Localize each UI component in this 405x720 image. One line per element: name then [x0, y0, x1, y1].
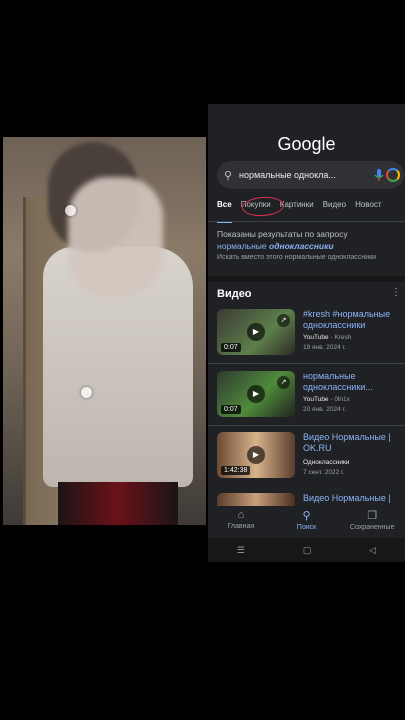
nav-search-label: Поиск — [296, 524, 317, 531]
video-title[interactable]: нормальные одноклассники... — [303, 371, 405, 393]
spelling-correction: Показаны результаты по запросу нормальны… — [217, 228, 402, 264]
more-options-icon[interactable]: ⋮ — [391, 287, 401, 298]
section-divider — [208, 276, 405, 282]
google-logo: Google — [277, 134, 336, 154]
divider — [208, 363, 405, 364]
video-date: 19 янв. 2024 г. — [303, 344, 346, 351]
video-duration: 1:42:38 — [221, 466, 251, 475]
person-pants — [58, 482, 178, 525]
video-result[interactable]: ▶ ↗ 0:07 нормальные одноклассники... You… — [217, 371, 405, 427]
touch-indicator — [81, 387, 92, 398]
home-button-icon[interactable]: ▢ — [303, 545, 312, 556]
corrected-query-link[interactable]: нормальные одноклассники — [217, 240, 402, 252]
videos-heading: Видео — [217, 288, 252, 300]
divider — [208, 221, 405, 222]
video-duration: 0:07 — [221, 343, 241, 352]
home-icon: ⌂ — [237, 509, 245, 521]
video-thumbnail[interactable]: ▶ ↗ 0:07 — [217, 371, 295, 417]
phone-screenshot: Google ⚲ нормальные однокла... Все Покуп… — [208, 104, 405, 562]
video-date: 20 янв. 2024 г. — [303, 406, 346, 413]
search-bar[interactable]: ⚲ нормальные однокла... — [217, 161, 404, 189]
video-source: YouTube · 0ln1x — [303, 396, 350, 403]
video-title[interactable]: #kresh #нормальные одноклассники — [303, 309, 405, 331]
system-navigation-bar: ☰ ▢ ◁ — [208, 538, 405, 562]
search-query[interactable]: нормальные однокла... — [239, 170, 372, 180]
nav-search[interactable]: ⚲ Поиск — [274, 506, 340, 538]
search-icon: ⚲ — [302, 510, 311, 522]
camera-video-frame — [3, 137, 206, 525]
video-result[interactable]: ▶ 1:42:38 Видео Нормальные | OK.RU Однок… — [217, 432, 405, 488]
key-moments-icon: ↗ — [277, 376, 290, 389]
nav-saved[interactable]: ❐ Сохраненные — [339, 506, 405, 538]
tab-all[interactable]: Все — [217, 200, 232, 223]
touch-indicator — [65, 205, 76, 216]
google-lens-icon[interactable] — [386, 168, 400, 182]
play-icon: ▶ — [247, 446, 265, 464]
video-title[interactable]: Видео Нормальные | — [303, 493, 405, 504]
video-duration: 0:07 — [221, 405, 241, 414]
nav-home[interactable]: ⌂ Главная — [208, 506, 274, 538]
back-icon[interactable]: ◁ — [369, 545, 376, 556]
divider — [208, 425, 405, 426]
saved-icon: ❐ — [367, 510, 378, 522]
video-result[interactable]: ▶ ↗ 0:07 #kresh #нормальные одноклассник… — [217, 309, 405, 365]
nav-home-label: Главная — [227, 523, 255, 530]
bottom-navigation: ⌂ Главная ⚲ Поиск ❐ Сохраненные — [208, 506, 405, 538]
nav-saved-label: Сохраненные — [349, 524, 395, 531]
video-source: Одноклассники — [303, 459, 350, 466]
tab-news[interactable]: Новост — [355, 200, 382, 218]
correction-line: Показаны результаты по запросу — [217, 229, 348, 239]
video-title[interactable]: Видео Нормальные | OK.RU — [303, 432, 405, 454]
key-moments-icon: ↗ — [277, 314, 290, 327]
tab-videos[interactable]: Видео — [323, 200, 346, 218]
mic-icon[interactable] — [372, 168, 386, 182]
video-thumbnail[interactable]: ▶ 1:42:38 — [217, 432, 295, 478]
tab-images[interactable]: Картинки — [280, 200, 314, 218]
video-date: 7 сент. 2022 г. — [303, 469, 345, 476]
recent-apps-icon[interactable]: ☰ — [237, 545, 245, 556]
search-icon: ⚲ — [223, 169, 233, 182]
blurred-hand — [68, 177, 163, 297]
play-icon: ▶ — [247, 323, 265, 341]
search-instead-link[interactable]: Искать вместо этого нормальные однокласс… — [217, 252, 402, 264]
video-source: YouTube · Kresh — [303, 334, 352, 341]
video-thumbnail[interactable]: ▶ ↗ 0:07 — [217, 309, 295, 355]
play-icon: ▶ — [247, 385, 265, 403]
search-tabs: Все Покупки Картинки Видео Новост — [208, 200, 405, 223]
